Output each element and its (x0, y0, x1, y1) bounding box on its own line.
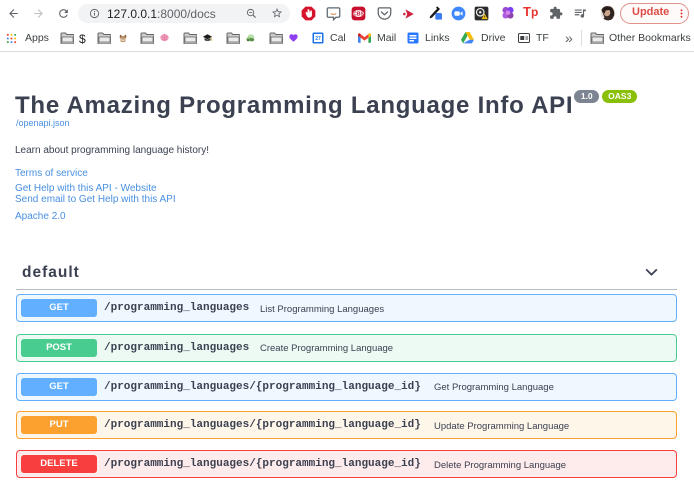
svg-text:CBS: CBS (353, 11, 364, 17)
svg-text:27: 27 (315, 36, 321, 42)
